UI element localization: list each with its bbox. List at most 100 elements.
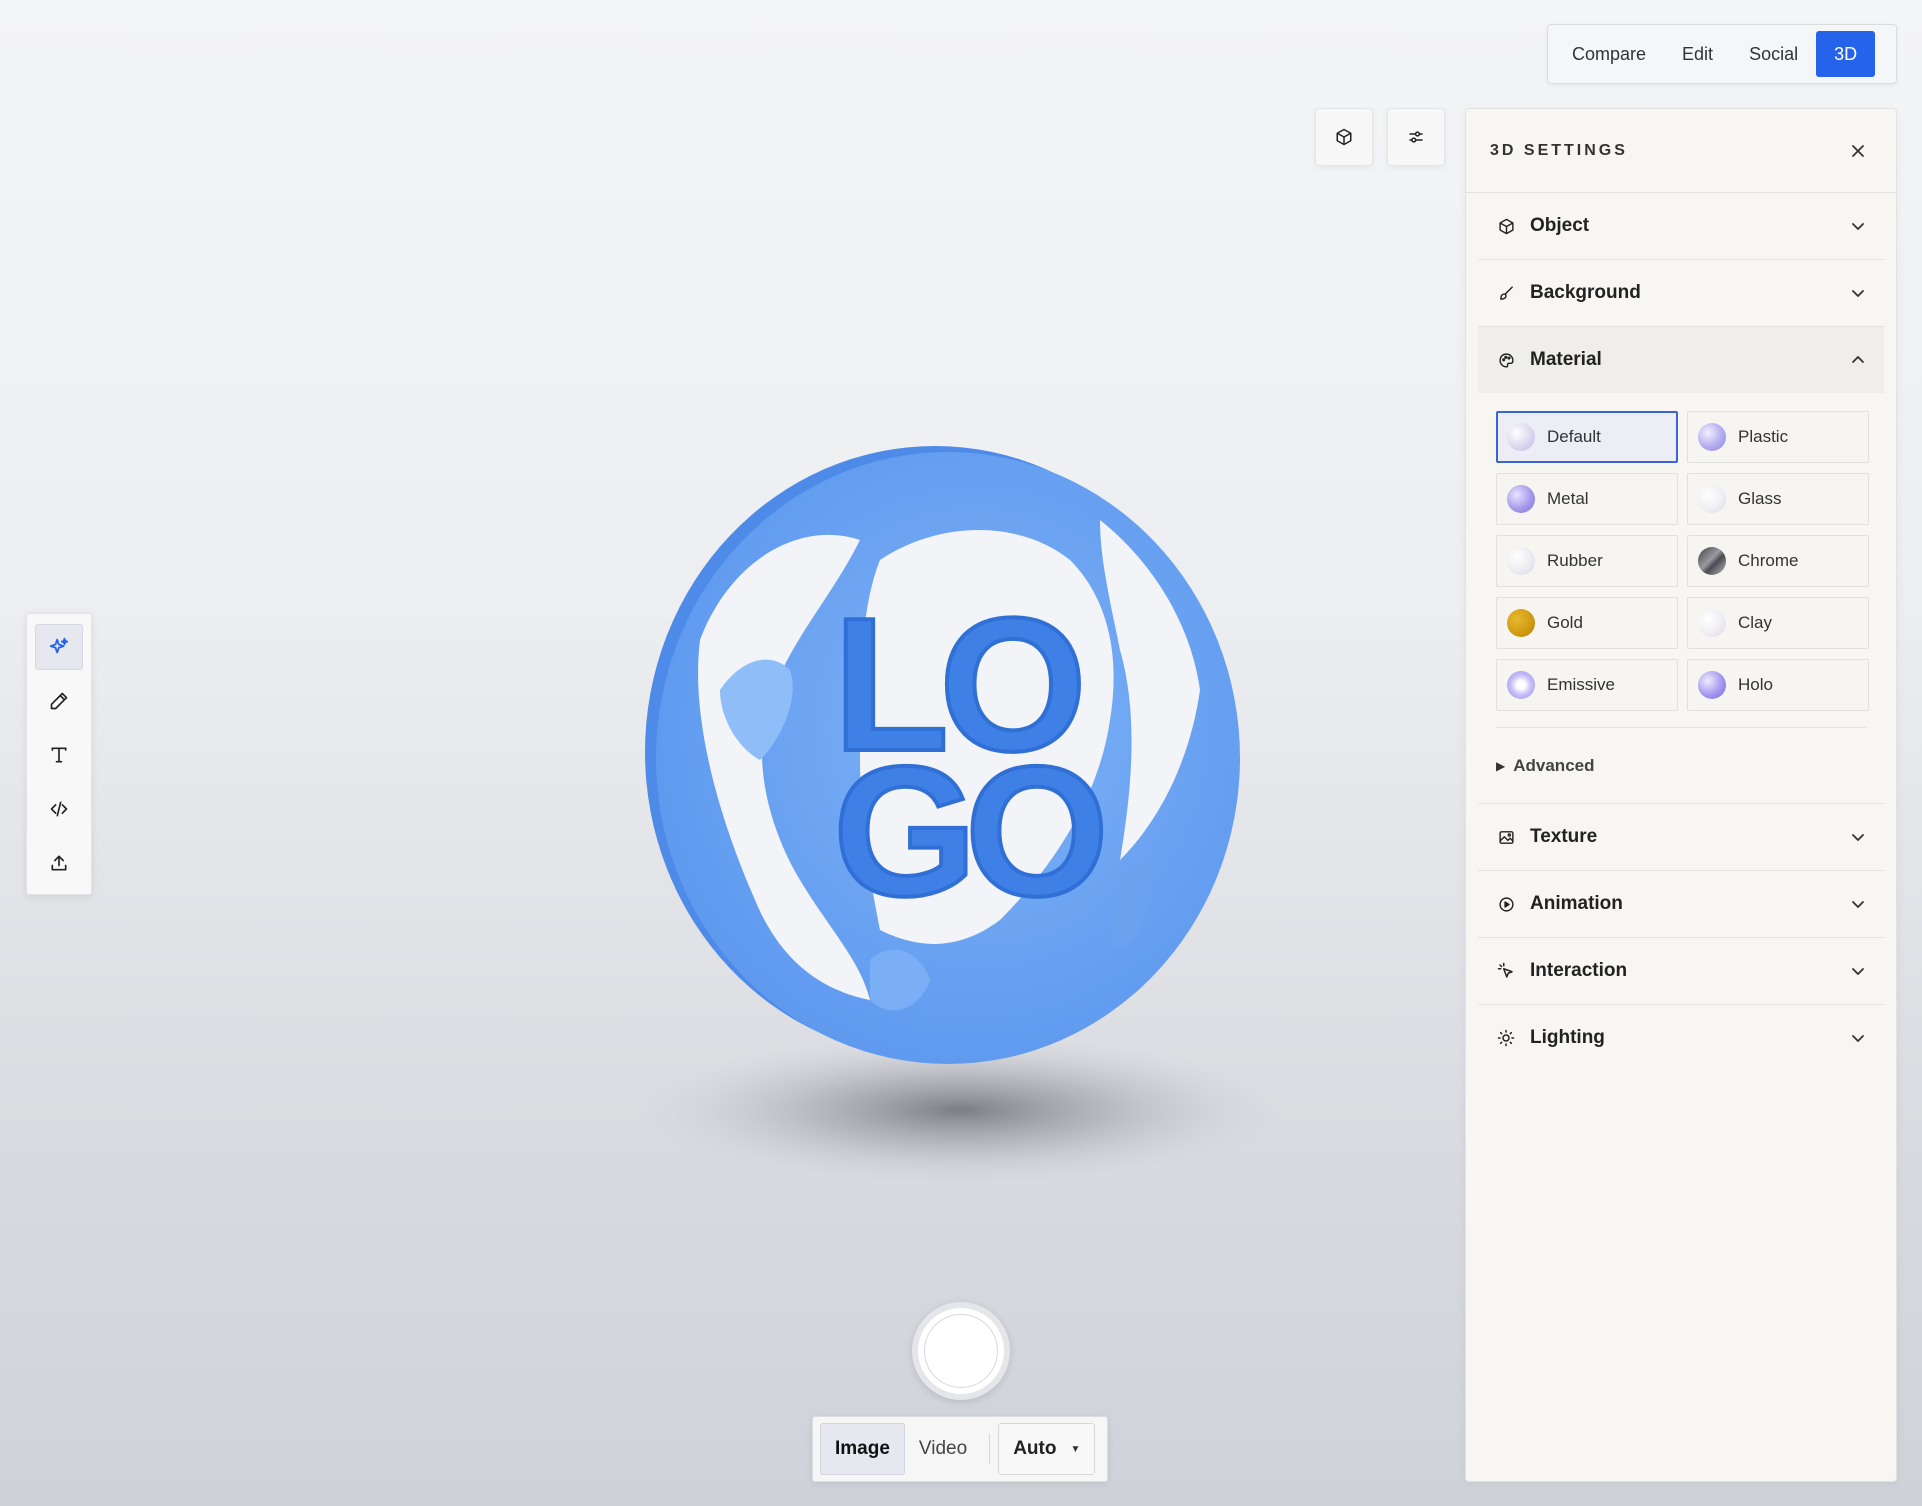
section-lighting: Lighting: [1478, 1005, 1884, 1071]
section-lighting-header[interactable]: Lighting: [1478, 1005, 1884, 1071]
section-texture-header[interactable]: Texture: [1478, 804, 1884, 870]
material-swatch: [1698, 547, 1726, 575]
section-texture: Texture: [1478, 804, 1884, 871]
material-emissive[interactable]: Emissive: [1496, 659, 1678, 711]
section-background: Background: [1478, 260, 1884, 327]
brush-icon: [1496, 283, 1516, 303]
cube-icon: [1336, 128, 1352, 146]
divider: [989, 1434, 991, 1464]
material-swatch: [1507, 671, 1535, 699]
tab-social[interactable]: Social: [1731, 31, 1816, 77]
material-gold[interactable]: Gold: [1496, 597, 1678, 649]
adjustments-button[interactable]: [1387, 108, 1445, 166]
material-chrome[interactable]: Chrome: [1687, 535, 1869, 587]
material-label: Rubber: [1547, 551, 1603, 570]
section-material-label: Material: [1530, 349, 1602, 370]
material-metal[interactable]: Metal: [1496, 473, 1678, 525]
material-clay[interactable]: Clay: [1687, 597, 1869, 649]
section-animation-label: Animation: [1530, 893, 1623, 914]
section-lighting-label: Lighting: [1530, 1027, 1605, 1048]
chevron-down-icon: [1848, 1028, 1868, 1048]
material-label: Plastic: [1738, 427, 1789, 446]
advanced-label: Advanced: [1513, 755, 1595, 775]
sparkles-icon: [49, 637, 69, 654]
chevron-down-icon: [1848, 216, 1868, 236]
play-circle-icon: [1496, 894, 1516, 914]
material-grid: Default Plastic Metal Glass Rubber Chrom…: [1478, 393, 1884, 727]
sliders-icon: [1409, 131, 1423, 143]
material-label: Holo: [1738, 675, 1773, 694]
code-tool[interactable]: [35, 786, 83, 832]
close-icon: [1852, 144, 1864, 157]
capture-tab-video[interactable]: Video: [905, 1423, 981, 1475]
material-glass[interactable]: Glass: [1687, 473, 1869, 525]
section-background-header[interactable]: Background: [1478, 260, 1884, 326]
material-default[interactable]: Default: [1496, 411, 1678, 463]
material-swatch: [1698, 485, 1726, 513]
left-toolbar: [26, 613, 92, 895]
material-label: Glass: [1738, 489, 1782, 508]
material-swatch: [1698, 671, 1726, 699]
quality-select-value: Auto: [1013, 1438, 1057, 1459]
caret-down-icon: ▼: [1070, 1443, 1081, 1455]
capture-mode-bar: Image Video Auto ▼: [812, 1416, 1108, 1482]
mode-switcher: Compare Edit Social 3D: [1547, 24, 1897, 84]
section-object-header[interactable]: Object: [1478, 193, 1884, 259]
section-interaction: Interaction: [1478, 938, 1884, 1005]
section-interaction-label: Interaction: [1530, 960, 1628, 981]
material-label: Clay: [1738, 613, 1773, 632]
chevron-down-icon: [1848, 894, 1868, 914]
ai-sparkle-tool[interactable]: [35, 624, 83, 670]
material-holo[interactable]: Holo: [1687, 659, 1869, 711]
advanced-toggle[interactable]: ▶ Advanced: [1496, 727, 1866, 803]
text-tool[interactable]: [35, 732, 83, 778]
section-object: Object: [1478, 193, 1884, 260]
section-material: Material Default Plastic Metal Glass Rub…: [1478, 327, 1884, 804]
edit-tool[interactable]: [35, 678, 83, 724]
material-label: Gold: [1547, 613, 1583, 632]
material-swatch: [1507, 423, 1535, 451]
capture-tab-image[interactable]: Image: [820, 1423, 905, 1475]
sun-icon: [1496, 1028, 1516, 1048]
material-label: Emissive: [1547, 675, 1616, 694]
material-label: Metal: [1547, 489, 1589, 508]
logo-text-line2: GO: [833, 729, 1102, 935]
material-rubber[interactable]: Rubber: [1496, 535, 1678, 587]
section-animation: Animation: [1478, 871, 1884, 938]
material-label: Default: [1547, 427, 1601, 446]
pointer-click-icon: [1496, 961, 1516, 981]
section-animation-header[interactable]: Animation: [1478, 871, 1884, 937]
material-plastic[interactable]: Plastic: [1687, 411, 1869, 463]
panel-header: 3D SETTINGS: [1466, 109, 1896, 193]
tab-compare[interactable]: Compare: [1554, 31, 1664, 77]
cube-icon: [1496, 216, 1516, 236]
cube-view-button[interactable]: [1315, 108, 1373, 166]
upload-icon: [51, 855, 67, 871]
pencil-icon: [50, 692, 68, 710]
material-swatch: [1698, 423, 1726, 451]
material-swatch: [1507, 609, 1535, 637]
export-tool[interactable]: [35, 840, 83, 886]
tab-edit[interactable]: Edit: [1664, 31, 1731, 77]
section-background-label: Background: [1530, 282, 1641, 303]
section-interaction-header[interactable]: Interaction: [1478, 938, 1884, 1004]
section-texture-label: Texture: [1530, 826, 1598, 847]
panel-title: 3D SETTINGS: [1490, 141, 1628, 159]
chevron-down-icon: [1848, 827, 1868, 847]
image-icon: [1496, 827, 1516, 847]
material-swatch: [1698, 609, 1726, 637]
code-icon: [50, 801, 68, 817]
section-material-header[interactable]: Material: [1478, 327, 1884, 393]
capture-shutter-button[interactable]: [912, 1302, 1010, 1400]
3d-settings-panel: 3D SETTINGS Object Background Material D…: [1465, 108, 1897, 1482]
text-icon: [51, 747, 67, 763]
chevron-down-icon: [1848, 283, 1868, 303]
quality-select[interactable]: Auto ▼: [998, 1423, 1096, 1475]
section-object-label: Object: [1530, 215, 1590, 236]
chevron-up-icon: [1848, 350, 1868, 370]
material-label: Chrome: [1738, 551, 1799, 570]
tab-3d[interactable]: 3D: [1816, 31, 1876, 77]
chevron-down-icon: [1848, 961, 1868, 981]
close-panel-button[interactable]: [1844, 137, 1872, 165]
palette-icon: [1496, 350, 1516, 370]
